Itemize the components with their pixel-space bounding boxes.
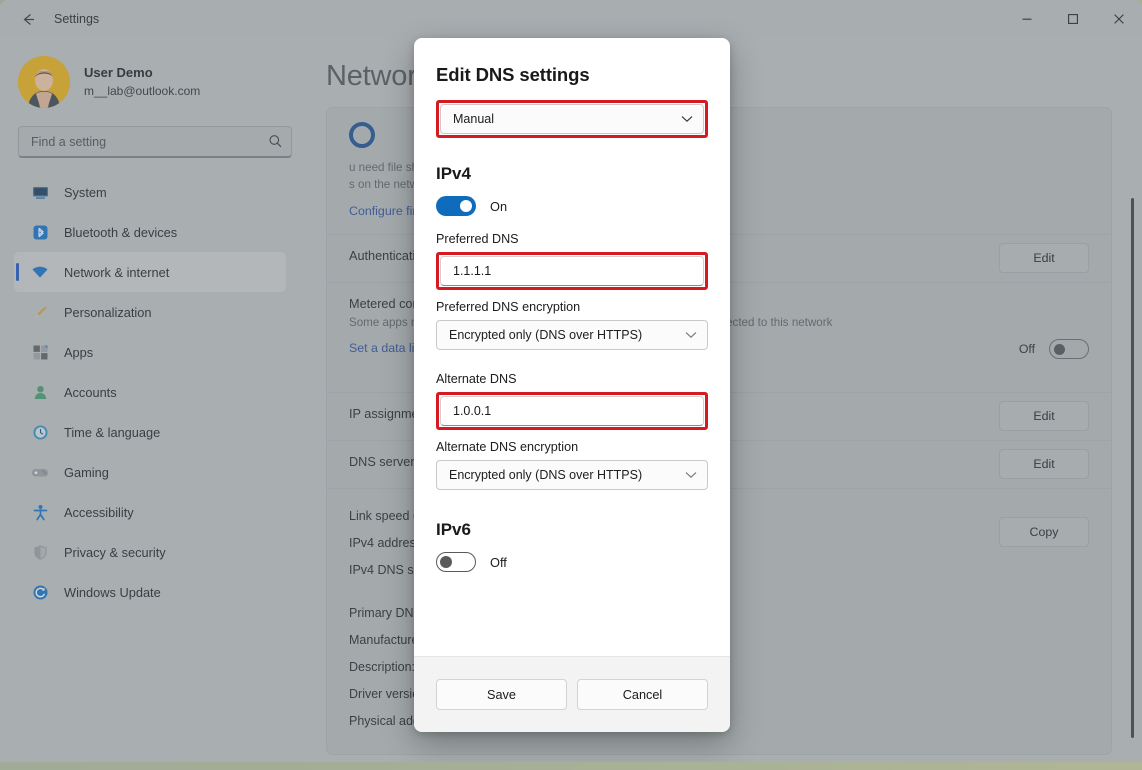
chevron-down-icon (681, 115, 693, 123)
ipv4-toggle-state: On (490, 199, 507, 214)
preferred-dns-encryption-dropdown[interactable]: Encrypted only (DNS over HTTPS) (436, 320, 708, 350)
dns-mode-value: Manual (453, 112, 494, 126)
cancel-button[interactable]: Cancel (577, 679, 708, 710)
preferred-dns-encryption-value: Encrypted only (DNS over HTTPS) (449, 328, 642, 342)
dialog-title: Edit DNS settings (436, 64, 708, 86)
edit-dns-settings-dialog: Edit DNS settings Manual IPv4 On (414, 38, 730, 732)
preferred-dns-label: Preferred DNS (436, 232, 708, 246)
dns-mode-dropdown[interactable]: Manual (440, 104, 704, 134)
ipv4-toggle-row: On (436, 196, 708, 216)
ipv6-toggle-state: Off (490, 555, 507, 570)
chevron-down-icon (685, 331, 697, 339)
alternate-dns-encryption-dropdown[interactable]: Encrypted only (DNS over HTTPS) (436, 460, 708, 490)
ipv6-toggle[interactable] (436, 552, 476, 572)
save-button[interactable]: Save (436, 679, 567, 710)
settings-window: Settings (0, 0, 1142, 762)
ipv6-toggle-row: Off (436, 552, 708, 572)
dialog-footer: Save Cancel (414, 656, 730, 732)
preferred-dns-input[interactable] (440, 256, 704, 286)
ipv4-heading: IPv4 (436, 164, 708, 184)
chevron-down-icon (685, 471, 697, 479)
preferred-dns-encryption-label: Preferred DNS encryption (436, 300, 708, 314)
ipv6-heading: IPv6 (436, 520, 708, 540)
alternate-dns-label: Alternate DNS (436, 372, 708, 386)
dns-mode-highlight: Manual (436, 100, 708, 138)
alternate-dns-highlight (436, 392, 708, 430)
alternate-dns-encryption-value: Encrypted only (DNS over HTTPS) (449, 468, 642, 482)
alternate-dns-input[interactable] (440, 396, 704, 426)
preferred-dns-highlight (436, 252, 708, 290)
ipv4-toggle[interactable] (436, 196, 476, 216)
dialog-body: Edit DNS settings Manual IPv4 On (414, 38, 730, 656)
alternate-dns-encryption-label: Alternate DNS encryption (436, 440, 708, 454)
desktop-background: Settings (0, 0, 1142, 770)
